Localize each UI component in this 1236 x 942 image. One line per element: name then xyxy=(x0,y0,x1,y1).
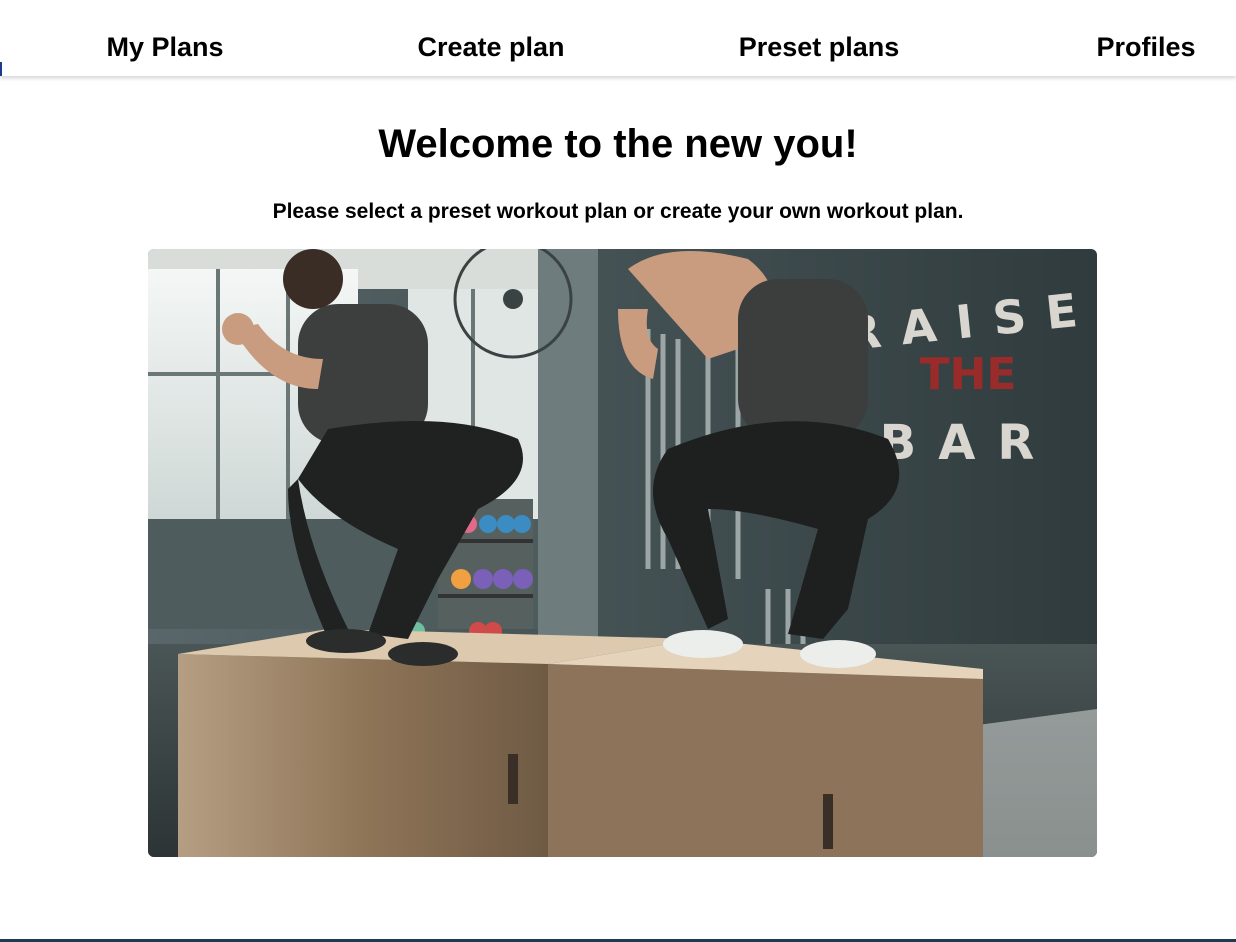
nav-edge-marker xyxy=(0,62,2,76)
nav-item-my-plans[interactable]: My Plans xyxy=(106,30,223,64)
nav-item-create-plan[interactable]: Create plan xyxy=(417,30,564,64)
page-title: Welcome to the new you! xyxy=(378,122,858,166)
svg-text:THE: THE xyxy=(920,349,1017,400)
hero-image: RAISE THE BAR xyxy=(148,249,1097,857)
page-subtitle: Please select a preset workout plan or c… xyxy=(272,200,964,223)
nav-item-preset-plans[interactable]: Preset plans xyxy=(739,30,900,64)
nav-item-profiles[interactable]: Profiles xyxy=(1096,30,1195,64)
hero-illustration: RAISE THE BAR xyxy=(148,249,1097,857)
top-navigation: My Plans Create plan Preset plans Profil… xyxy=(0,0,1236,76)
svg-text:BAR: BAR xyxy=(880,415,1057,471)
